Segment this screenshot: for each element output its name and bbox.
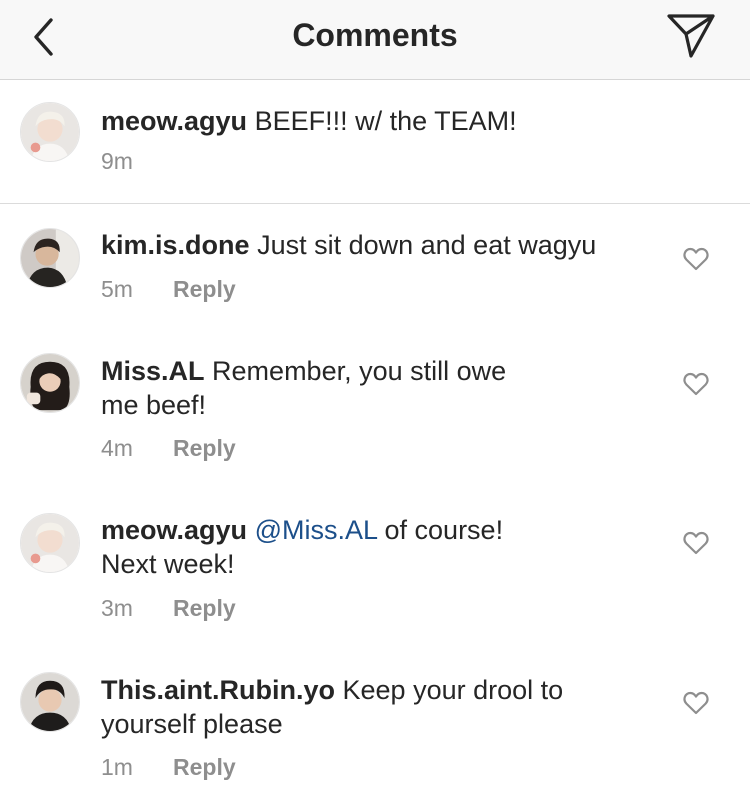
list-item: kim.is.done Just sit down and eat wagyu … [0, 204, 750, 328]
comment-username[interactable]: kim.is.done [101, 230, 250, 260]
caption-body: BEEF!!! w/ the TEAM! [254, 106, 517, 136]
comment-username[interactable]: meow.agyu [101, 515, 247, 545]
timestamp: 4m [101, 435, 133, 461]
list-item: Miss.AL Remember, you still owe me beef!… [0, 328, 750, 488]
reply-button[interactable]: Reply [173, 595, 236, 621]
comment-username[interactable]: This.aint.Rubin.yo [101, 675, 335, 705]
comment-meta: 1m Reply [101, 754, 236, 781]
avatar[interactable] [20, 672, 80, 732]
post-caption: meow.agyu BEEF!!! w/ the TEAM! 9m [0, 80, 750, 204]
heart-icon[interactable] [683, 691, 709, 715]
heart-icon[interactable] [683, 372, 709, 396]
timestamp: 1m [101, 754, 133, 780]
timestamp: 3m [101, 595, 133, 621]
reply-button[interactable]: Reply [173, 276, 236, 302]
reply-button[interactable]: Reply [173, 435, 236, 461]
heart-icon[interactable] [683, 247, 709, 271]
avatar[interactable] [20, 228, 80, 288]
list-item: meow.agyu @Miss.AL of course! Next week!… [0, 488, 750, 648]
comment-body: Just sit down and eat wagyu [257, 230, 597, 260]
avatar[interactable] [20, 353, 80, 413]
comment-text: kim.is.done Just sit down and eat wagyu [101, 228, 641, 262]
comment-meta: 5m Reply [101, 276, 236, 303]
comment-username[interactable]: meow.agyu [101, 106, 247, 136]
comment-text: This.aint.Rubin.yo Keep your drool to yo… [101, 673, 621, 741]
timestamp: 9m [101, 148, 133, 174]
heart-icon[interactable] [683, 531, 709, 555]
page-title: Comments [292, 17, 458, 53]
comment-meta: 4m Reply [101, 435, 236, 462]
list-item: This.aint.Rubin.yo Keep your drool to yo… [0, 648, 750, 806]
caption-text: meow.agyu BEEF!!! w/ the TEAM! [101, 104, 641, 138]
avatar[interactable] [20, 513, 80, 573]
paper-plane-icon [667, 14, 715, 58]
top-bar: Comments [0, 0, 750, 80]
caption-meta: 9m [101, 148, 173, 175]
avatar[interactable] [20, 102, 80, 162]
reply-button[interactable]: Reply [173, 754, 236, 780]
mention-link[interactable]: @Miss.AL [255, 515, 377, 545]
timestamp: 5m [101, 276, 133, 302]
comment-text: meow.agyu @Miss.AL of course! Next week! [101, 513, 541, 581]
direct-message-button[interactable] [664, 10, 718, 62]
comment-text: Miss.AL Remember, you still owe me beef! [101, 354, 541, 422]
comment-username[interactable]: Miss.AL [101, 356, 205, 386]
comment-meta: 3m Reply [101, 595, 236, 622]
